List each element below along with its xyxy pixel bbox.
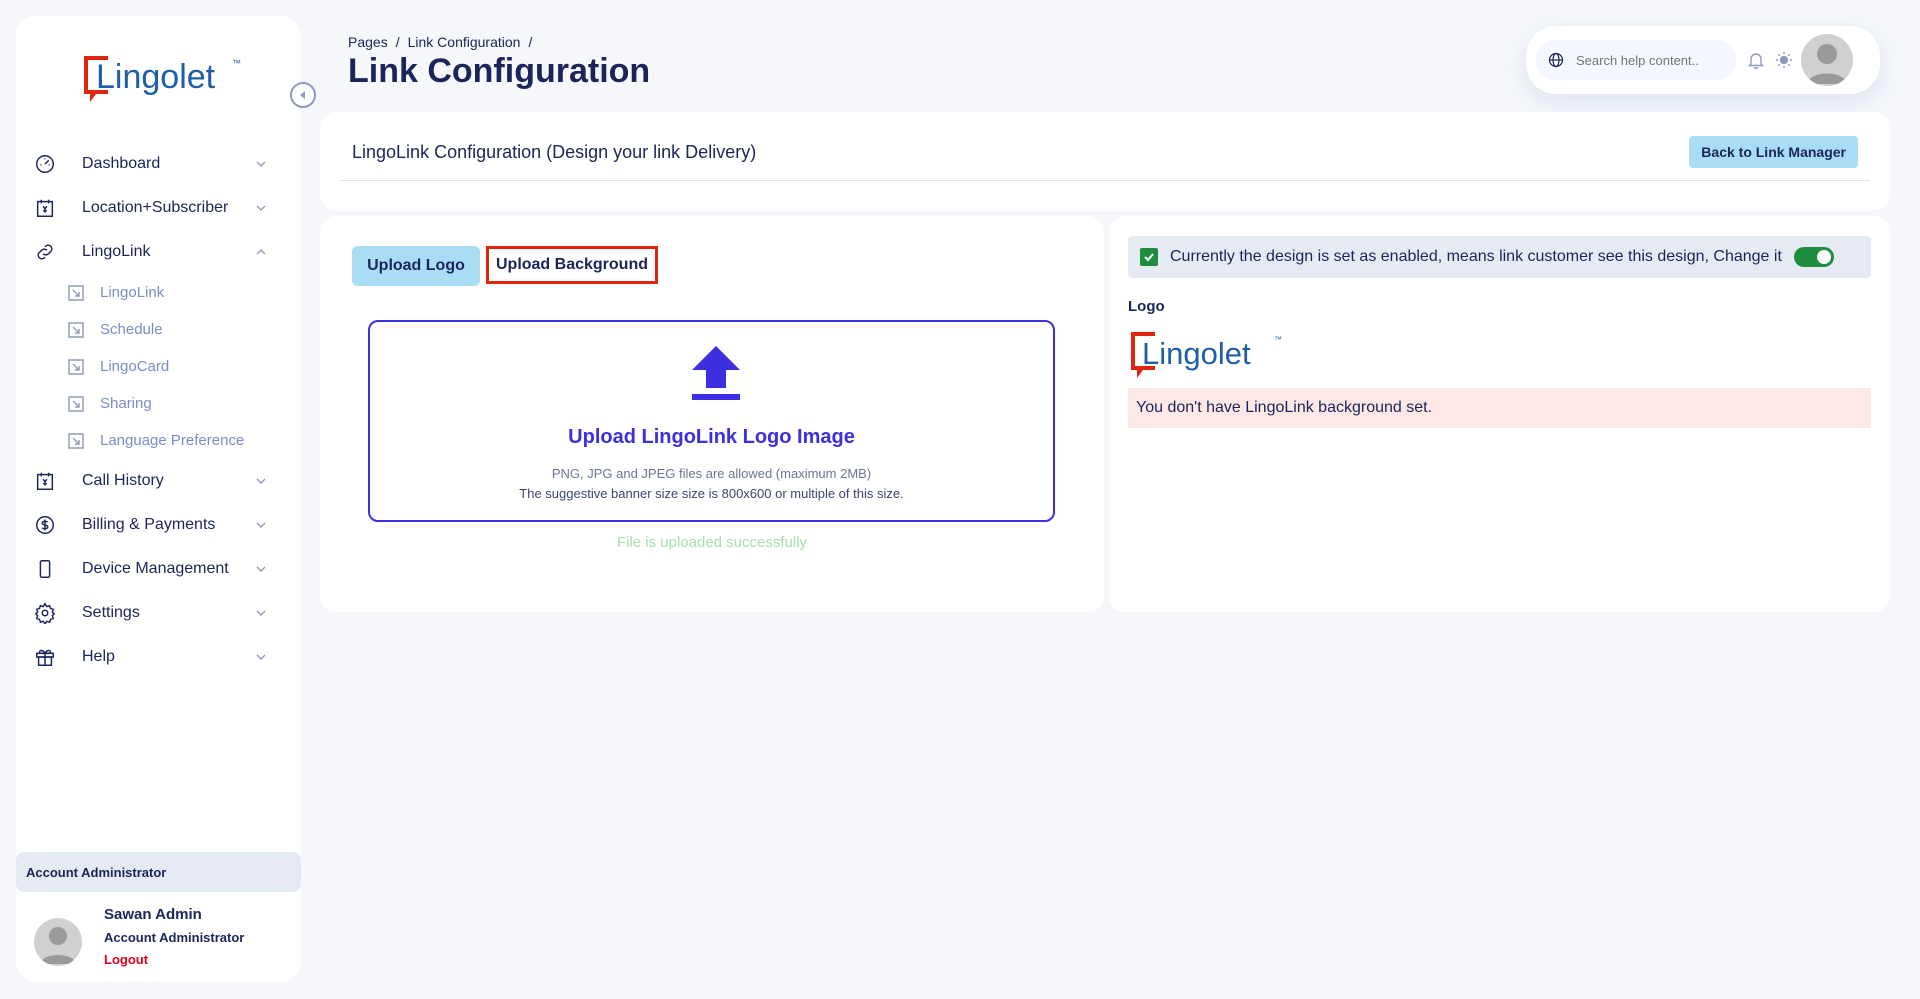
sidebar-subitem-schedule[interactable]: Schedule (16, 311, 301, 348)
sidebar-item-lingolink[interactable]: LingoLink (16, 230, 301, 274)
tab-upload-logo[interactable]: Upload Logo (352, 246, 480, 286)
sidebar-item-label: Dashboard (82, 155, 161, 172)
design-enabled-toggle[interactable] (1793, 247, 1834, 267)
tab-upload-background[interactable]: Upload Background (486, 246, 658, 284)
page-title: Link Configuration (348, 52, 651, 90)
sidebar-item-label: LingoLink (82, 243, 151, 260)
background-alert: You don't have LingoLink background set. (1128, 388, 1871, 428)
check-icon (1144, 253, 1154, 262)
toggle-knob (1816, 250, 1831, 264)
logo-preview-image: Lingolet ™ (1131, 332, 1282, 378)
svg-text:Lingolet: Lingolet (96, 58, 216, 96)
chevron-down-icon (256, 478, 266, 484)
arrow-square-icon (68, 284, 84, 301)
chevron-down-icon (256, 205, 266, 211)
bell-icon[interactable] (1746, 50, 1766, 70)
sidebar-subitem-label: LingoCard (100, 358, 170, 375)
enabled-checkbox[interactable] (1140, 248, 1158, 266)
design-status-bar: Currently the design is set as enabled, … (1128, 236, 1871, 278)
sidebar-collapse-button[interactable] (290, 82, 316, 108)
breadcrumb-separator: / (528, 34, 533, 50)
chevron-down-icon (256, 161, 266, 167)
caret-left-icon (300, 91, 305, 99)
sidebar-item-label: Help (82, 648, 115, 665)
sidebar-item-label: Billing & Payments (82, 516, 216, 533)
config-header-card: LingoLink Configuration (Design your lin… (320, 112, 1890, 210)
chevron-up-icon (256, 249, 266, 255)
dropzone-file-hint: PNG, JPG and JPEG files are allowed (max… (551, 466, 872, 481)
logo-dropzone[interactable]: Upload LingoLink Logo Image PNG, JPG and… (368, 320, 1055, 522)
top-bar (1526, 26, 1880, 94)
sidebar-item-device-management[interactable]: Device Management (16, 547, 301, 591)
logout-link[interactable]: Logout (104, 952, 148, 967)
chevron-down-icon (256, 610, 266, 616)
arrow-square-icon (68, 321, 84, 338)
sidebar-item-call-history[interactable]: Call History (16, 459, 301, 503)
sidebar-subitem-label: LingoLink (100, 284, 165, 301)
preview-card: Currently the design is set as enabled, … (1109, 216, 1890, 612)
user-profile: Sawan Admin Account Administrator Logout (16, 902, 301, 982)
back-to-link-manager-button[interactable]: Back to Link Manager (1689, 136, 1858, 168)
sidebar-item-label: Device Management (82, 560, 229, 577)
chevron-down-icon (256, 566, 266, 572)
search-input[interactable] (1576, 52, 1726, 68)
gift-icon (32, 644, 58, 670)
sidebar-subitem-lingocard[interactable]: LingoCard (16, 348, 301, 385)
sun-icon[interactable] (1774, 50, 1794, 70)
sidebar-subitem-language-preference[interactable]: Language Preference (16, 422, 301, 459)
upload-success-message: File is uploaded successfully (616, 534, 808, 551)
sidebar-item-billing[interactable]: Billing & Payments (16, 503, 301, 547)
upload-arrow-icon (692, 346, 740, 400)
sidebar-item-label: Call History (82, 472, 164, 489)
dropzone-title: Upload LingoLink Logo Image (568, 426, 855, 448)
config-title: LingoLink Configuration (Design your lin… (352, 142, 757, 162)
breadcrumb-separator: / (395, 34, 400, 50)
globe-icon (1548, 52, 1564, 68)
svg-text:™: ™ (232, 58, 241, 68)
calendar-icon (32, 195, 58, 221)
chevron-down-icon (256, 654, 266, 660)
sidebar-subitem-label: Sharing (100, 395, 152, 412)
upload-card: Upload Logo Upload Background Upload Lin… (320, 216, 1104, 612)
sidebar-item-label: Location+Subscriber (82, 199, 229, 216)
sidebar-subitem-label: Language Preference (100, 432, 245, 449)
logo-label: Logo (1128, 298, 1165, 315)
sidebar: Lingolet ™ Dashboard Location+Subscriber… (16, 16, 301, 982)
gauge-icon (32, 151, 58, 177)
arrow-square-icon (68, 358, 84, 375)
arrow-square-icon (68, 395, 84, 412)
dropzone-size-hint: The suggestive banner size size is 800x6… (519, 486, 904, 501)
account-section-header: Account Administrator (16, 852, 301, 892)
design-status-text: Currently the design is set as enabled, … (1170, 248, 1782, 265)
sidebar-item-label: Settings (82, 604, 140, 621)
arrow-square-icon (68, 432, 84, 449)
sidebar-item-location-subscriber[interactable]: Location+Subscriber (16, 186, 301, 230)
avatar[interactable] (34, 918, 82, 966)
calendar-icon (32, 468, 58, 494)
avatar[interactable] (1801, 34, 1853, 86)
sidebar-subitem-label: Schedule (100, 321, 163, 338)
svg-text:Lingolet: Lingolet (1142, 336, 1251, 371)
sidebar-item-help[interactable]: Help (16, 635, 301, 679)
search-box (1536, 40, 1736, 80)
chevron-down-icon (256, 522, 266, 528)
device-icon (32, 556, 58, 582)
lingolet-logo[interactable]: Lingolet ™ (74, 46, 254, 104)
user-name: Sawan Admin (104, 906, 202, 923)
user-role: Account Administrator (104, 930, 245, 945)
svg-text:™: ™ (1274, 335, 1282, 344)
sidebar-subitem-sharing[interactable]: Sharing (16, 385, 301, 422)
sidebar-nav: Dashboard Location+Subscriber LingoLink … (16, 142, 301, 679)
breadcrumb: Pages / Link Configuration / (348, 34, 532, 50)
sidebar-subitem-lingolink[interactable]: LingoLink (16, 274, 301, 311)
breadcrumb-pages[interactable]: Pages (348, 34, 388, 50)
dollar-icon (32, 512, 58, 538)
divider (340, 180, 1870, 181)
link-icon (32, 239, 58, 265)
breadcrumb-current[interactable]: Link Configuration (408, 34, 521, 50)
gear-icon (32, 600, 58, 626)
sidebar-item-dashboard[interactable]: Dashboard (16, 142, 301, 186)
sidebar-item-settings[interactable]: Settings (16, 591, 301, 635)
